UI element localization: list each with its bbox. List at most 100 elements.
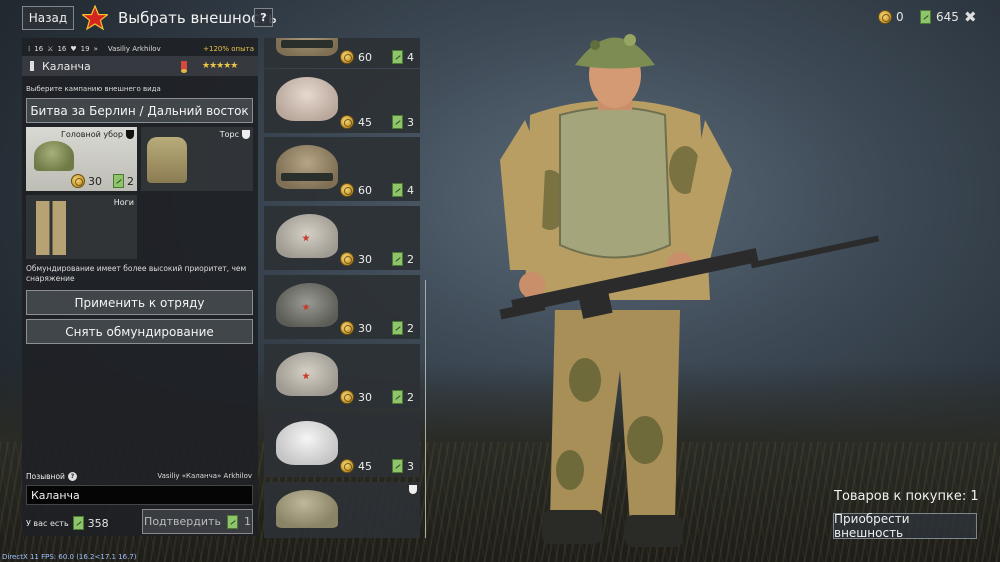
price-tickets: 2 bbox=[407, 321, 414, 335]
gold-coin-icon bbox=[71, 174, 85, 188]
list-scrollbar[interactable] bbox=[425, 280, 426, 538]
price-gold: 60 bbox=[358, 183, 372, 197]
headgear-thumbnail bbox=[276, 283, 338, 327]
heart-icon: ♥ bbox=[70, 45, 77, 53]
help-icon[interactable]: ? bbox=[67, 472, 77, 481]
headgear-thumbnail bbox=[276, 38, 338, 56]
back-button[interactable]: Назад bbox=[22, 6, 74, 30]
ticket-icon bbox=[392, 252, 403, 266]
headgear-thumbnail bbox=[276, 145, 338, 189]
headgear-item[interactable]: 60 4 bbox=[264, 38, 420, 68]
stat-icon: ⚔ bbox=[47, 45, 54, 53]
price-gold: 30 bbox=[358, 390, 372, 404]
soldier-name: Vasiliy Arkhilov bbox=[107, 45, 161, 53]
price-tickets: 4 bbox=[407, 50, 414, 64]
item-price: 30 2 bbox=[340, 390, 414, 404]
soldier-model bbox=[499, 34, 880, 547]
soldier-stats: ⁞ 16 ⚔ 16 ♥ 19 » Vasiliy Arkhilov +120% … bbox=[28, 42, 254, 56]
soldier-class-icon bbox=[30, 61, 34, 71]
ticket-balance: 645 bbox=[920, 10, 959, 24]
callsign-row: Каланча ★★★★★ bbox=[22, 56, 258, 76]
price-gold: 30 bbox=[358, 321, 372, 335]
full-name: Vasiliy «Каланча» Arkhilov bbox=[157, 472, 252, 480]
callsign-input[interactable] bbox=[26, 485, 253, 505]
headgear-thumbnail bbox=[276, 214, 338, 258]
slot-head[interactable]: Головной убор 30 2 bbox=[26, 127, 137, 191]
ticket-icon bbox=[113, 174, 124, 188]
item-price: 45 3 bbox=[340, 115, 414, 129]
price-gold: 60 bbox=[358, 50, 372, 64]
priority-note: Обмундирование имеет более высокий приор… bbox=[26, 264, 247, 283]
ticket-icon bbox=[392, 183, 403, 197]
purchase-appearance-button[interactable]: Приобрести внешность bbox=[833, 512, 977, 540]
headgear-item[interactable]: 45 3 bbox=[264, 413, 420, 477]
helmet-thumbnail bbox=[34, 141, 74, 171]
pants-thumbnail bbox=[36, 201, 66, 255]
price-tickets: 3 bbox=[407, 459, 414, 473]
price-gold: 45 bbox=[358, 459, 372, 473]
price-gold: 30 bbox=[88, 174, 102, 188]
item-price: 60 4 bbox=[340, 50, 414, 64]
ticket-icon bbox=[392, 459, 403, 473]
headgear-item[interactable]: 60 4 bbox=[264, 137, 420, 201]
headgear-thumbnail bbox=[276, 421, 338, 465]
campaign-selector[interactable]: Битва за Берлин / Дальний восток bbox=[26, 98, 253, 123]
stat-icon: ⁞ bbox=[28, 45, 31, 53]
rank-stars: ★★★★★ bbox=[202, 61, 238, 71]
ticket-icon bbox=[392, 321, 403, 335]
headgear-thumbnail bbox=[276, 77, 338, 121]
ticket-icon bbox=[72, 516, 84, 530]
have-label: У вас есть bbox=[26, 518, 69, 528]
headgear-item[interactable]: 30 2 bbox=[264, 275, 420, 339]
headgear-item[interactable]: 30 3 bbox=[264, 482, 420, 538]
confirm-button[interactable]: Подтвердить 1 bbox=[142, 509, 253, 534]
fps-counter: DirectX 11 FPS: 60.0 (16.2<17.1 16.7) bbox=[2, 553, 137, 561]
headgear-thumbnail bbox=[276, 490, 338, 528]
gold-coin-icon bbox=[878, 10, 892, 24]
ticket-amount: 645 bbox=[936, 10, 959, 24]
gold-coin-icon bbox=[340, 50, 354, 64]
gold-coin-icon bbox=[340, 183, 354, 197]
help-button[interactable]: ? bbox=[254, 8, 273, 27]
ticket-icon bbox=[392, 390, 403, 404]
price-tickets: 2 bbox=[127, 174, 134, 188]
item-price: 45 3 bbox=[340, 459, 414, 473]
shield-icon bbox=[126, 130, 134, 139]
slot-legs[interactable]: Ноги bbox=[26, 195, 137, 259]
stat-value-2: 16 bbox=[57, 45, 67, 53]
gold-coin-icon bbox=[340, 115, 354, 129]
have-amount: 358 bbox=[87, 516, 109, 530]
item-price: 30 2 bbox=[340, 321, 414, 335]
price-tickets: 2 bbox=[407, 252, 414, 266]
remove-uniform-button[interactable]: Снять обмундирование bbox=[26, 319, 253, 344]
ticket-icon bbox=[392, 50, 403, 64]
apply-to-squad-button[interactable]: Применить к отряду bbox=[26, 290, 253, 315]
headgear-item[interactable]: 30 2 bbox=[264, 206, 420, 270]
callsign-label: Позывной ? bbox=[26, 472, 77, 481]
appearance-panel: ⁞ 16 ⚔ 16 ♥ 19 » Vasiliy Arkhilov +120% … bbox=[22, 38, 258, 536]
price-tickets: 4 bbox=[407, 183, 414, 197]
shield-icon bbox=[242, 130, 250, 139]
callsign-label-text: Позывной bbox=[26, 472, 65, 481]
slot-torso[interactable]: Торс bbox=[141, 127, 253, 191]
slot-head-label: Головной убор bbox=[60, 130, 123, 139]
headgear-item[interactable]: 30 2 bbox=[264, 344, 420, 408]
gold-amount: 0 bbox=[896, 10, 904, 24]
xp-bonus: +120% опыта bbox=[203, 45, 254, 53]
gold-coin-icon bbox=[340, 390, 354, 404]
ticket-icon bbox=[392, 115, 403, 129]
price-tickets: 3 bbox=[407, 115, 414, 129]
item-price: 60 4 bbox=[340, 183, 414, 197]
headgear-list[interactable]: 60 4 45 3 60 4 30 2 30 2 30 2 45 3 bbox=[264, 38, 422, 538]
price-gold: 45 bbox=[358, 115, 372, 129]
headgear-item[interactable]: 45 3 bbox=[264, 69, 420, 133]
stat-value-1: 16 bbox=[34, 45, 44, 53]
star-icon bbox=[82, 5, 108, 31]
gold-coin-icon bbox=[340, 321, 354, 335]
close-icon[interactable]: ✖ bbox=[964, 8, 977, 26]
campaign-prompt: Выберите кампанию внешнего вида bbox=[26, 85, 161, 93]
stat-value-3: 19 bbox=[80, 45, 90, 53]
torso-thumbnail bbox=[147, 137, 187, 183]
slot-legs-label: Ноги bbox=[113, 198, 134, 207]
slot-torso-label: Торс bbox=[219, 130, 239, 139]
